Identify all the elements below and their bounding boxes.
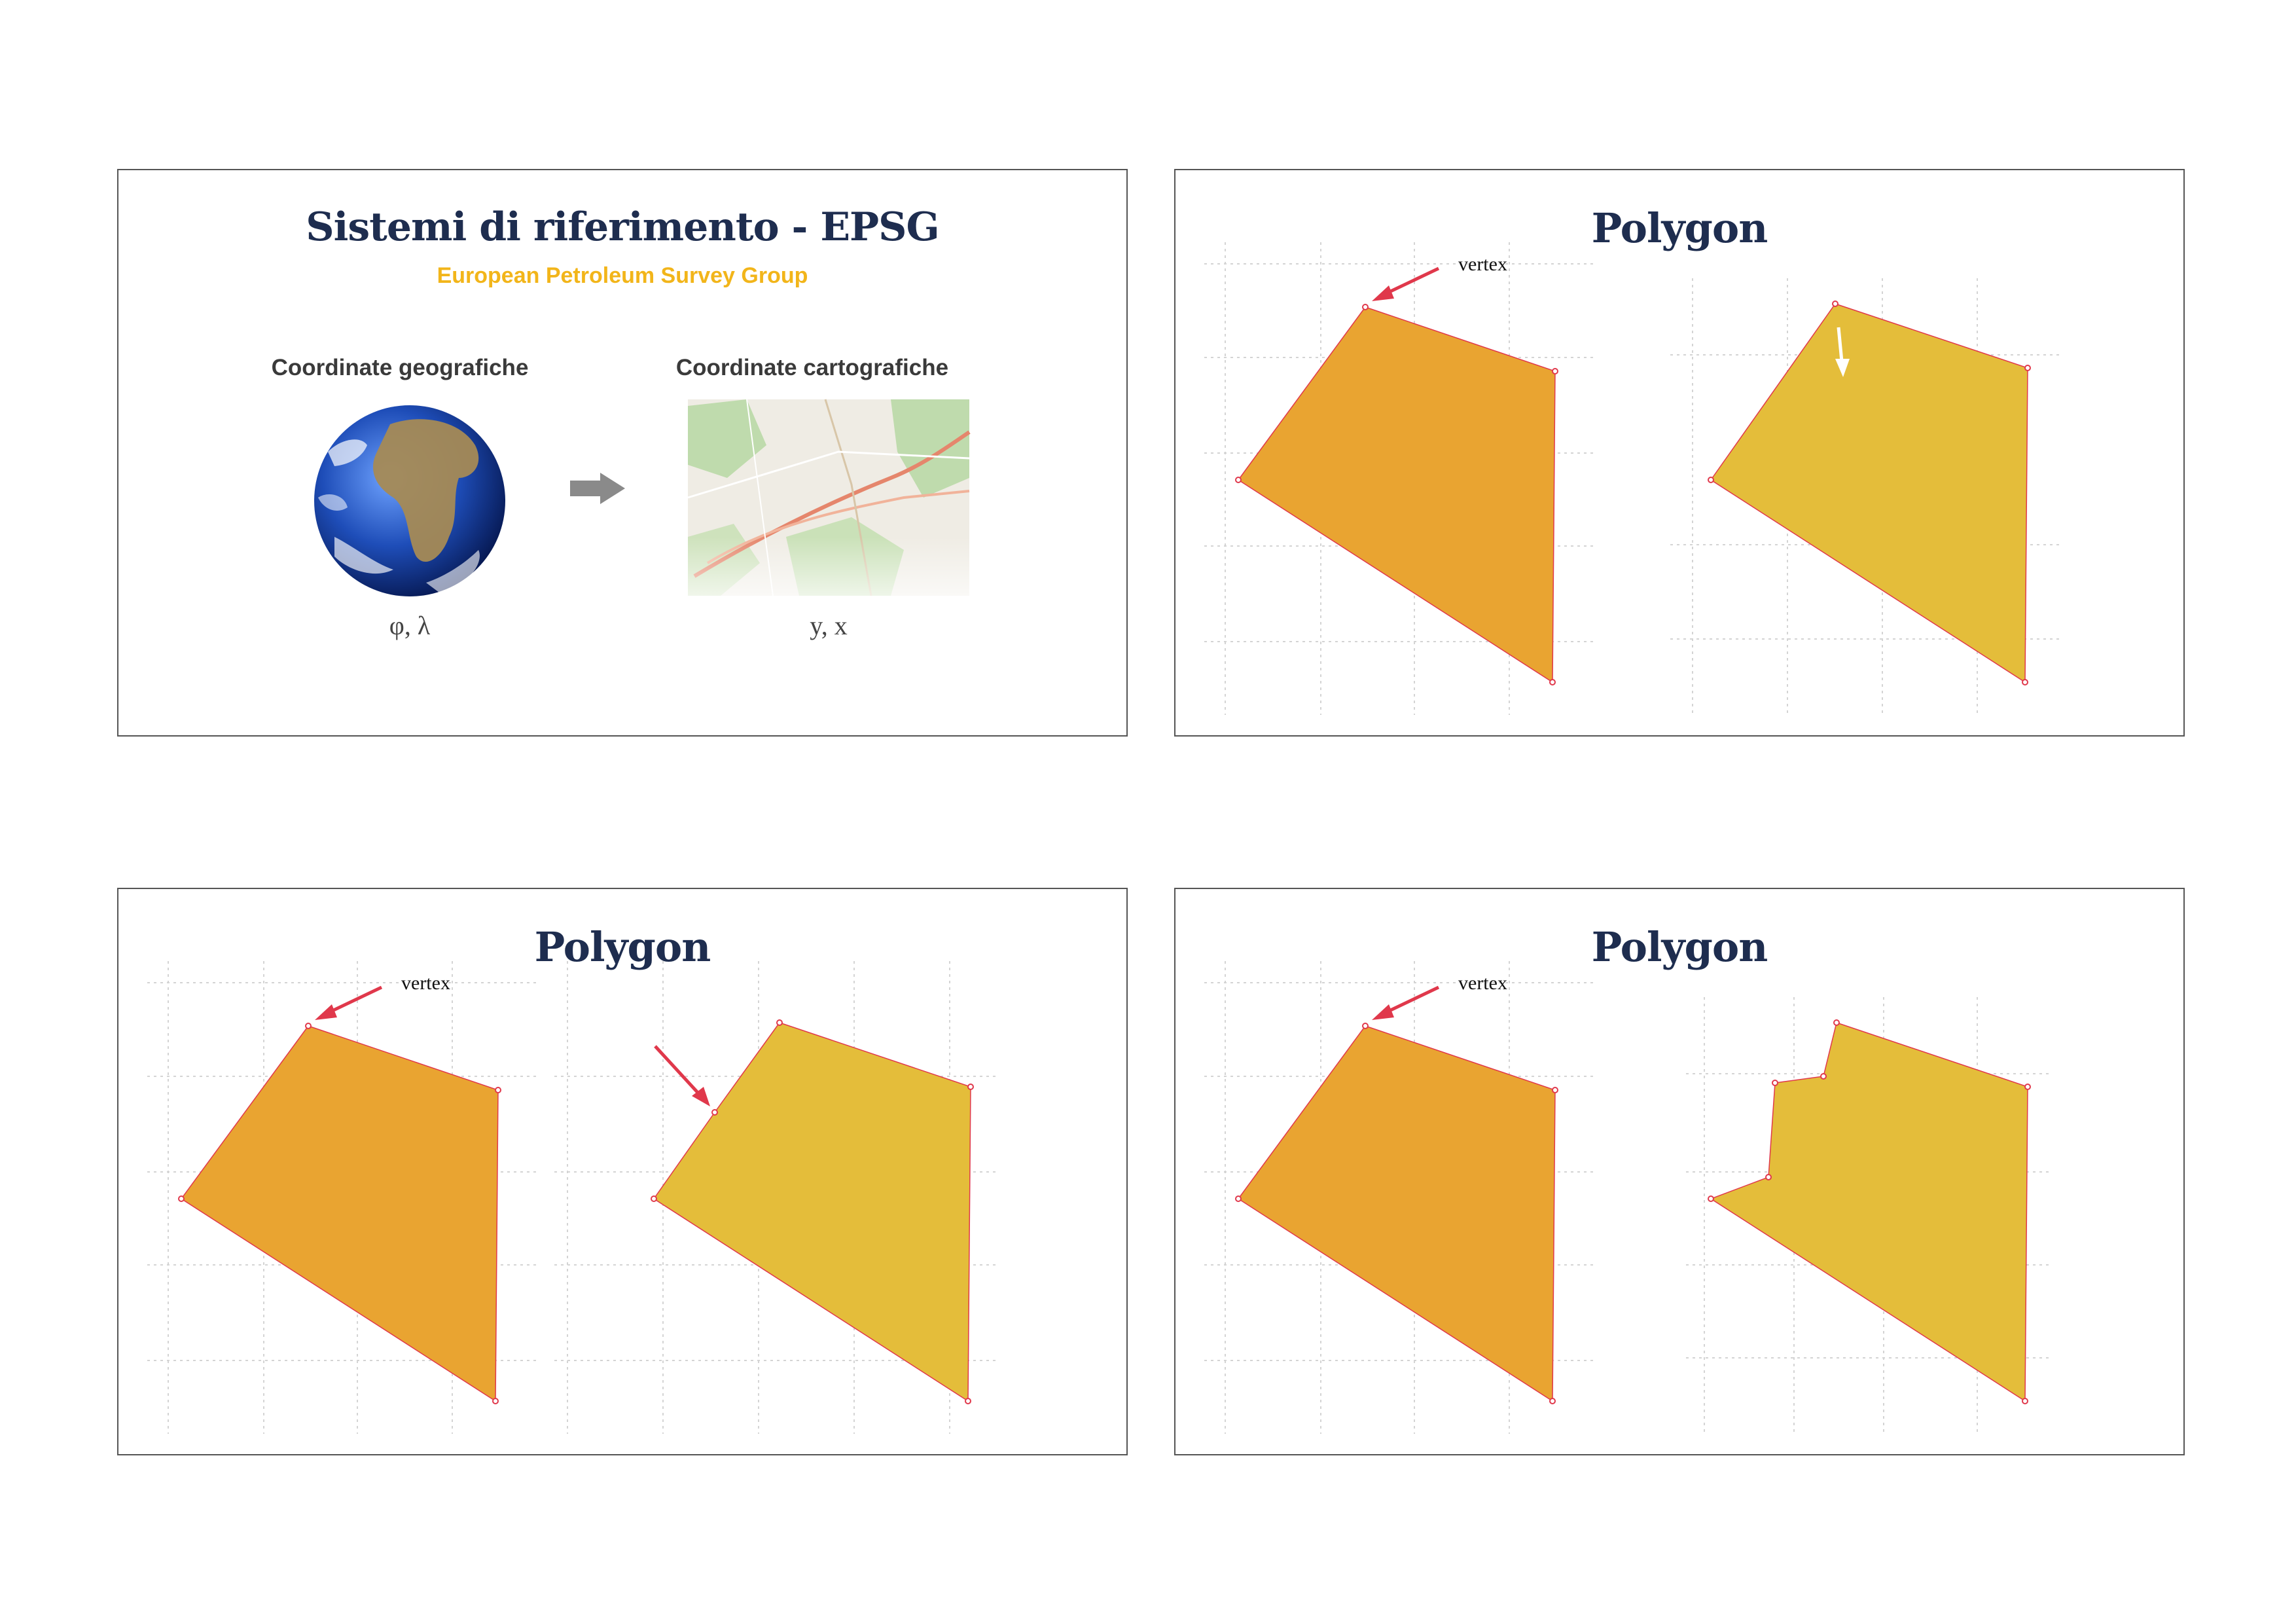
red-arrow-icon	[654, 1045, 710, 1106]
vertex-label: vertex	[1458, 972, 1507, 994]
polygon-figure: vertex	[147, 961, 996, 1434]
slide-epsg: Sistemi di riferimento - EPSG European P…	[117, 169, 1128, 737]
polygon-orange	[180, 1025, 499, 1402]
red-arrow-icon	[315, 985, 383, 1020]
slide-polygon-1: Polygon vertex	[1174, 169, 2185, 737]
geographic-coords-label: φ, λ	[389, 611, 431, 640]
vertex-label: vertex	[1458, 253, 1507, 275]
red-arrow-icon	[1372, 266, 1440, 301]
vertex-label: vertex	[401, 972, 450, 994]
epsg-illustration	[314, 399, 971, 622]
polygon-figure: vertex	[1204, 961, 2053, 1434]
polygon-orange	[1237, 1025, 1556, 1402]
red-arrow-icon	[1372, 985, 1440, 1020]
slide-polygon-3: Polygon vertex	[1174, 888, 2185, 1455]
polygon-yellow	[653, 1022, 971, 1402]
slide-polygon-2: Polygon vertex	[117, 888, 1128, 1455]
polygon-yellow	[1710, 1022, 2028, 1402]
polygon-figure: vertex	[1204, 242, 2062, 715]
earth-icon	[314, 405, 505, 596]
map-thumbnail	[687, 399, 971, 622]
cartographic-coords-label: y, x	[810, 611, 848, 640]
arrow-right-icon	[570, 473, 625, 504]
polygon-orange	[1237, 306, 1556, 684]
polygon-yellow	[1710, 303, 2028, 684]
